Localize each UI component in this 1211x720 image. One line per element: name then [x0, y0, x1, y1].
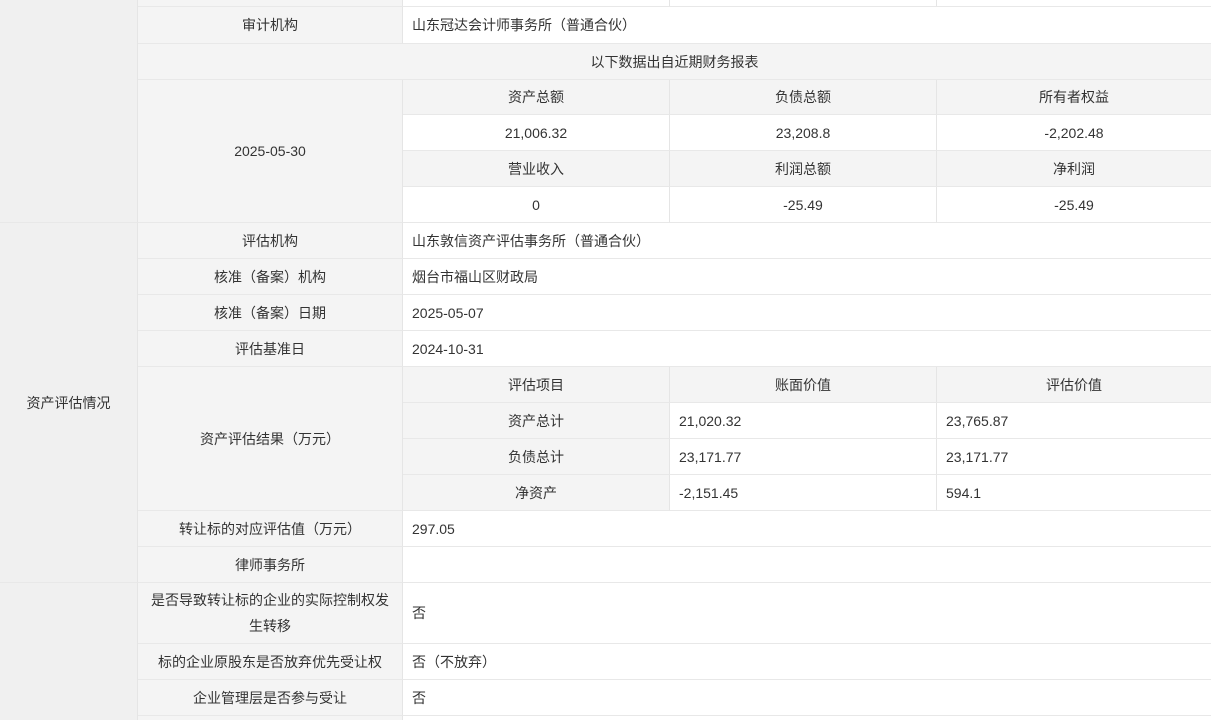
result-book-total-assets: 21,020.32 — [670, 403, 937, 439]
result-assessed-total-liabilities: 23,171.77 — [937, 439, 1211, 475]
financial-header-net-profit: 净利润 — [937, 151, 1211, 187]
law-firm-value — [403, 547, 1211, 583]
approval-org-value: 烟台市福山区财政局 — [403, 259, 1211, 295]
partial-row-cell-3 — [937, 0, 1211, 7]
waive-right-label: 标的企业原股东是否放弃优先受让权 — [138, 644, 403, 680]
result-item-total-assets: 资产总计 — [403, 403, 670, 439]
financial-value-operating-revenue: 0 — [403, 187, 670, 223]
partial-bottom-label-cell — [138, 716, 403, 720]
result-header-assessed-value: 评估价值 — [937, 367, 1211, 403]
transfer-target-value: 297.05 — [403, 511, 1211, 547]
partial-row-cell-2 — [670, 0, 937, 7]
result-book-total-liabilities: 23,171.77 — [670, 439, 937, 475]
audit-org-value: 山东冠达会计师事务所（普通合伙） — [403, 7, 1211, 44]
management-participate-label: 企业管理层是否参与受让 — [138, 680, 403, 716]
management-participate-value: 否 — [403, 680, 1211, 716]
sidebar-section-asset-evaluation: 资产评估情况 — [0, 223, 138, 583]
base-date-label: 评估基准日 — [138, 331, 403, 367]
audit-org-label: 审计机构 — [138, 7, 403, 44]
result-item-net-assets: 净资产 — [403, 475, 670, 511]
financial-report-date: 2025-05-30 — [138, 80, 403, 223]
financial-header-owners-equity: 所有者权益 — [937, 80, 1211, 115]
sidebar-section-above — [0, 0, 138, 223]
result-assessed-net-assets: 594.1 — [937, 475, 1211, 511]
financial-header-total-profit: 利润总额 — [670, 151, 937, 187]
financial-value-net-profit: -25.49 — [937, 187, 1211, 223]
financial-value-total-profit: -25.49 — [670, 187, 937, 223]
waive-right-value: 否（不放弃） — [403, 644, 1211, 680]
financial-value-total-assets: 21,006.32 — [403, 115, 670, 151]
partial-bottom-value-cell — [403, 716, 1211, 720]
sidebar-section-below — [0, 583, 138, 720]
result-header-book-value: 账面价值 — [670, 367, 937, 403]
financial-header-total-assets: 资产总额 — [403, 80, 670, 115]
evaluation-org-value: 山东敦信资产评估事务所（普通合伙） — [403, 223, 1211, 259]
result-assessed-total-assets: 23,765.87 — [937, 403, 1211, 439]
disclosure-table: 资产评估情况 审计机构 山东冠达会计师事务所（普通合伙） 以下数据出自近期财务报… — [0, 0, 1211, 720]
law-firm-label: 律师事务所 — [138, 547, 403, 583]
partial-row-cell-1 — [403, 0, 670, 7]
financial-value-total-liabilities: 23,208.8 — [670, 115, 937, 151]
financial-value-owners-equity: -2,202.48 — [937, 115, 1211, 151]
base-date-value: 2024-10-31 — [403, 331, 1211, 367]
financial-header-operating-revenue: 营业收入 — [403, 151, 670, 187]
control-transfer-label: 是否导致转让标的企业的实际控制权发生转移 — [138, 583, 403, 644]
transfer-target-value-label: 转让标的对应评估值（万元） — [138, 511, 403, 547]
result-item-total-liabilities: 负债总计 — [403, 439, 670, 475]
partial-row-label-cell — [138, 0, 403, 7]
control-transfer-value: 否 — [403, 583, 1211, 644]
evaluation-result-label: 资产评估结果（万元） — [138, 367, 403, 511]
approval-date-value: 2025-05-07 — [403, 295, 1211, 331]
approval-org-label: 核准（备案）机构 — [138, 259, 403, 295]
financial-data-notice: 以下数据出自近期财务报表 — [138, 44, 1211, 80]
result-book-net-assets: -2,151.45 — [670, 475, 937, 511]
sidebar-section-label: 资产评估情况 — [27, 393, 111, 413]
result-header-item: 评估项目 — [403, 367, 670, 403]
approval-date-label: 核准（备案）日期 — [138, 295, 403, 331]
financial-header-total-liabilities: 负债总额 — [670, 80, 937, 115]
evaluation-org-label: 评估机构 — [138, 223, 403, 259]
